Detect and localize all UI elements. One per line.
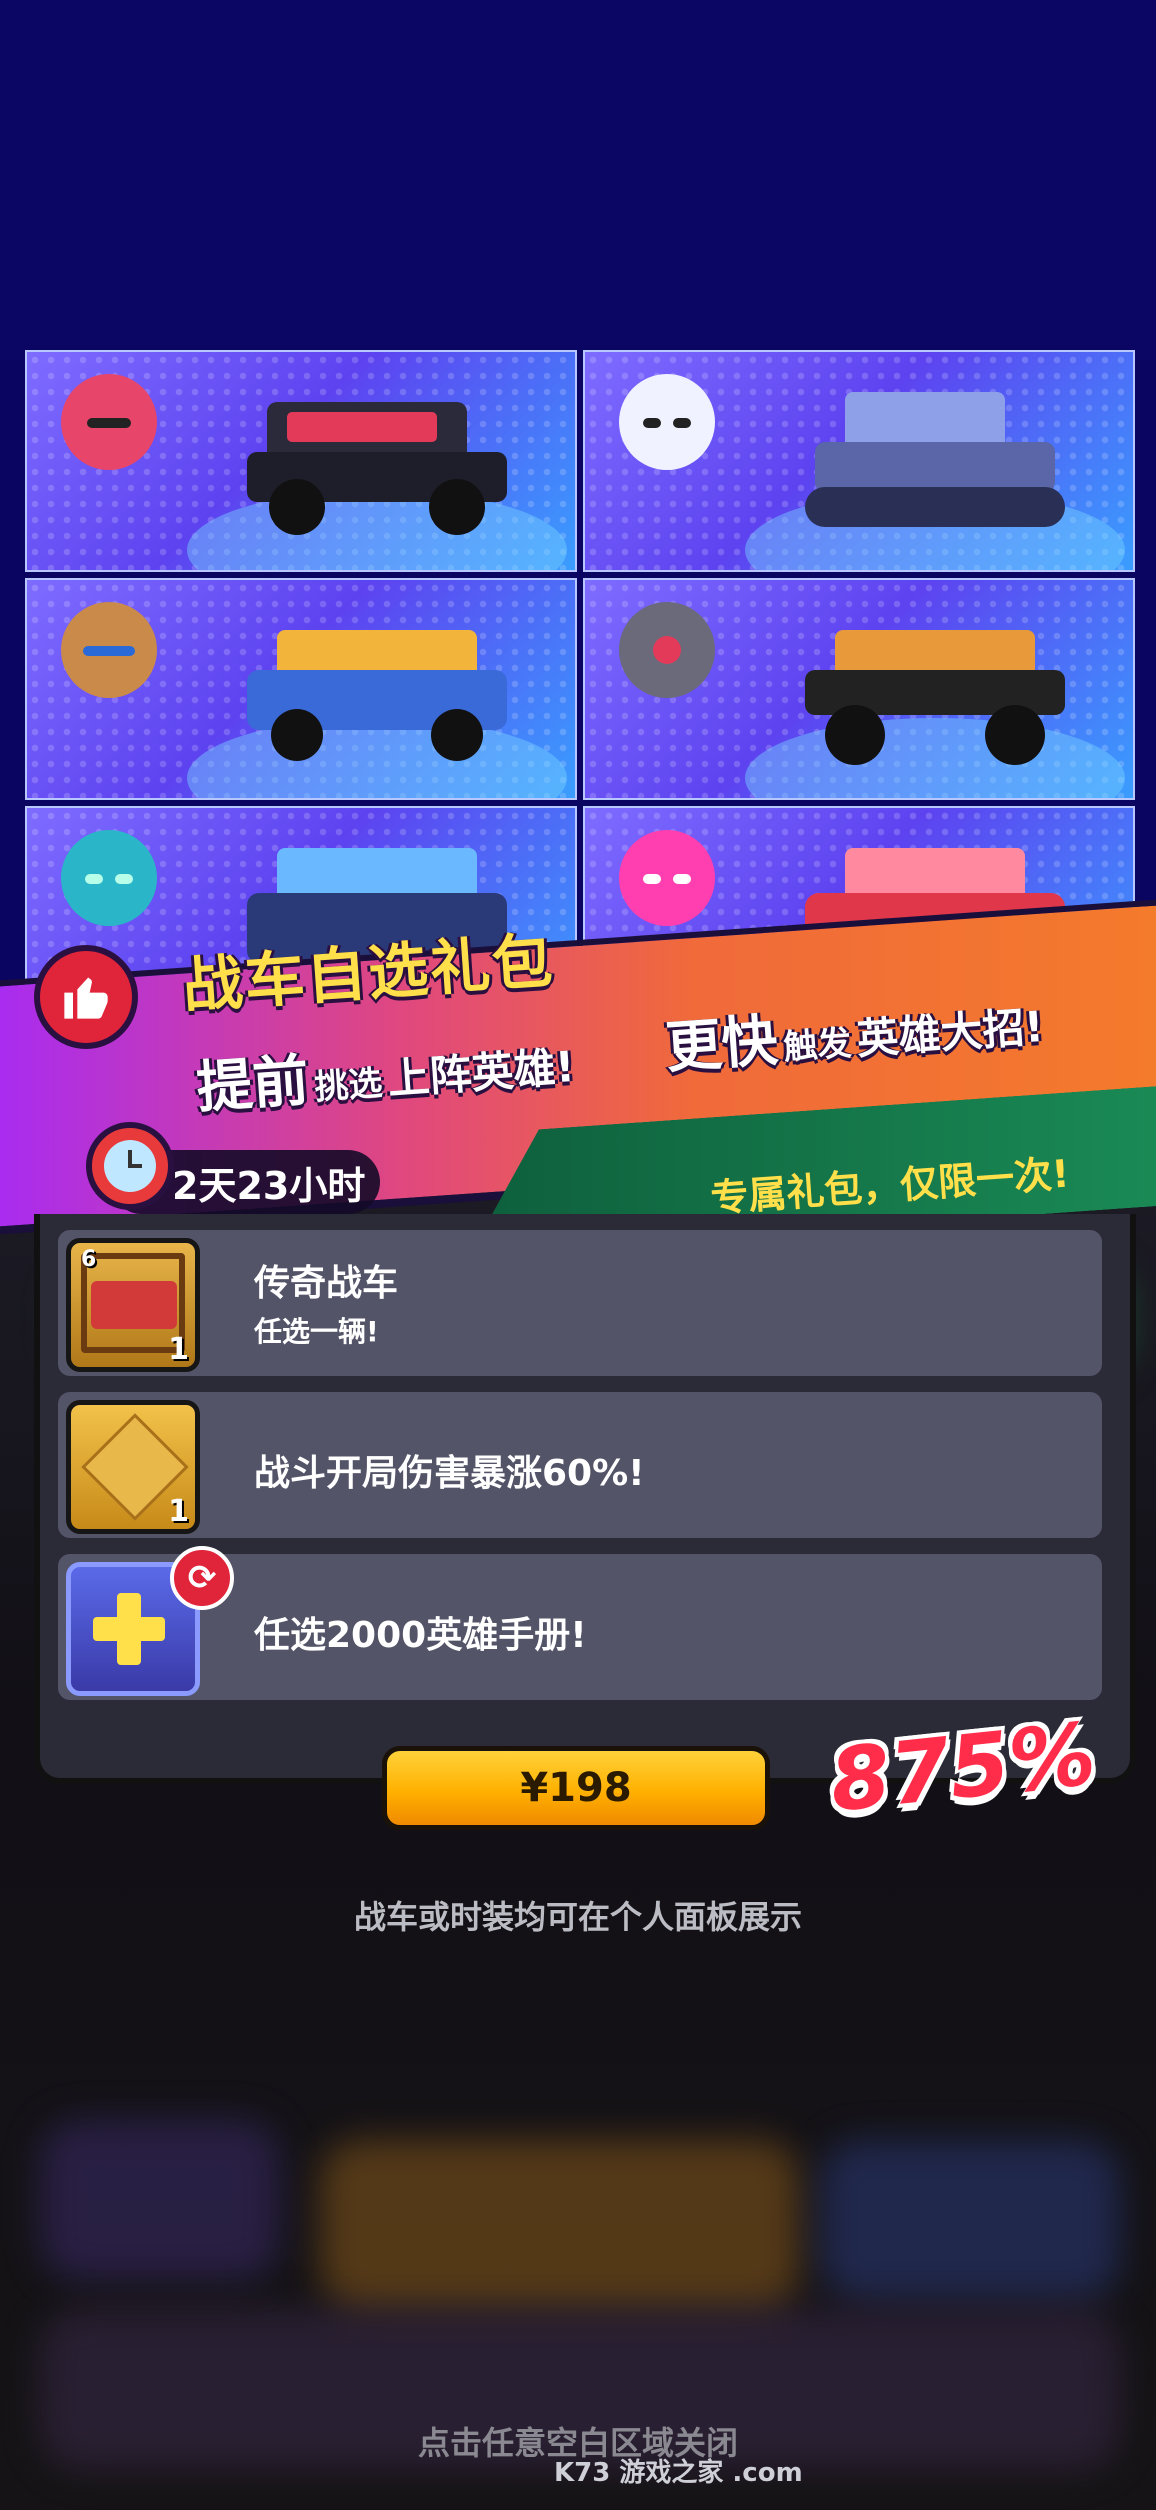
tagline-word-pick: 挑选: [313, 1063, 384, 1108]
hero-avatar-icon: [619, 374, 715, 470]
item-quantity: 1: [168, 1332, 189, 1367]
car-icon: [247, 630, 507, 761]
item-quantity: 1: [168, 1494, 189, 1529]
tagline-word-faster: 更快: [663, 1008, 780, 1082]
gold-cube-icon: 1: [66, 1400, 200, 1534]
hero-avatar-icon: [61, 830, 157, 926]
hero-avatar-icon: [61, 374, 157, 470]
count-badge: 6: [81, 1247, 97, 1272]
close-hint[interactable]: 点击任意空白区域关闭: [0, 2418, 1156, 2464]
bundle-items-panel: 6 1 传奇战车 任选一辆! K73 游戏之家 .com 1 战斗开局伤害暴涨6…: [34, 1214, 1136, 2488]
hero-avatar-icon: [61, 602, 157, 698]
car-card-2[interactable]: [583, 350, 1135, 572]
car-icon: [805, 392, 1065, 527]
tagline-word-ultimate: 英雄大招!: [855, 1001, 1046, 1064]
list-item: ⟳ 任选2000英雄手册!: [58, 1546, 1102, 1700]
countdown-text: 2天23小时: [172, 1163, 366, 1208]
car-card-4[interactable]: [583, 578, 1135, 800]
list-item: 6 1 传奇战车 任选一辆!: [58, 1230, 1102, 1376]
purchase-button[interactable]: ¥198: [382, 1746, 770, 1830]
item-title: 传奇战车: [254, 1263, 399, 1304]
swap-icon: ⟳: [170, 1546, 234, 1610]
car-icon: [247, 402, 507, 535]
thumbs-up-icon: [34, 945, 138, 1049]
car-card-3[interactable]: [25, 578, 577, 800]
item-title: 任选2000英雄手册!: [254, 1615, 587, 1656]
crate-car-icon: 6 1: [66, 1238, 200, 1372]
hero-avatar-icon: [619, 830, 715, 926]
car-card-1[interactable]: [25, 350, 577, 572]
top-background: [0, 0, 1156, 360]
tagline-word-heroes: 上阵英雄!: [386, 1041, 577, 1104]
info-note: 战车或时装均可在个人面板展示: [353, 1898, 802, 1936]
item-subtitle: 任选一辆!: [254, 1315, 379, 1348]
car-icon: [805, 630, 1065, 765]
hero-avatar-icon: [619, 602, 715, 698]
alarm-clock-icon: [86, 1122, 174, 1210]
list-item: 1 战斗开局伤害暴涨60%!: [58, 1392, 1102, 1538]
item-title: 战斗开局伤害暴涨60%!: [254, 1453, 645, 1494]
tagline-word-trigger: 触发: [782, 1023, 853, 1068]
tagline-word-early: 提前: [194, 1048, 311, 1122]
